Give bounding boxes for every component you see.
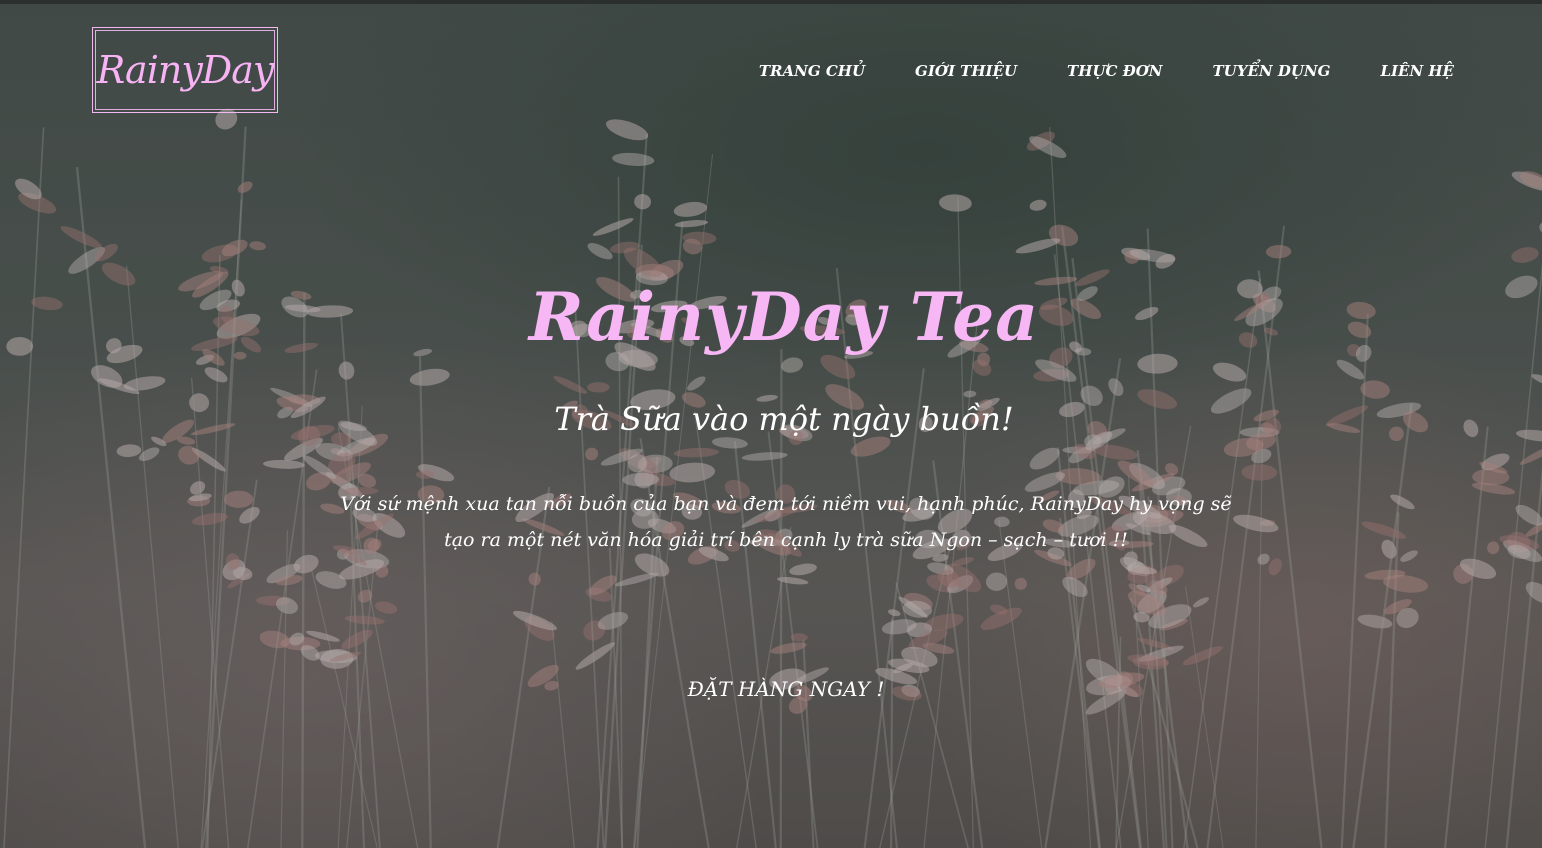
order-now-container: ĐẶT HÀNG NGAY ! <box>0 677 1542 701</box>
hero-title: RainyDay Tea <box>528 278 1040 356</box>
hero-description: Với sứ mệnh xua tan nỗi buồn của bạn và … <box>340 493 1232 551</box>
logo[interactable]: RainyDay <box>92 27 278 113</box>
nav-item-careers[interactable]: TUYỂN DỤNG <box>1213 62 1331 80</box>
main-nav: TRANG CHỦ GIỚI THIỆU THỰC ĐƠN TUYỂN DỤNG… <box>759 62 1454 80</box>
nav-item-menu[interactable]: THỰC ĐƠN <box>1067 62 1162 80</box>
nav-item-home[interactable]: TRANG CHỦ <box>759 62 865 80</box>
nav-item-contact[interactable]: LIÊN HỆ <box>1380 62 1454 80</box>
top-border <box>0 0 1542 4</box>
nav-item-about[interactable]: GIỚI THIỆU <box>915 62 1017 80</box>
order-now-button[interactable]: ĐẶT HÀNG NGAY ! <box>688 677 885 701</box>
hero-subtitle: Trà Sữa vào một ngày buồn! <box>554 400 1014 438</box>
logo-text: RainyDay <box>96 48 275 92</box>
